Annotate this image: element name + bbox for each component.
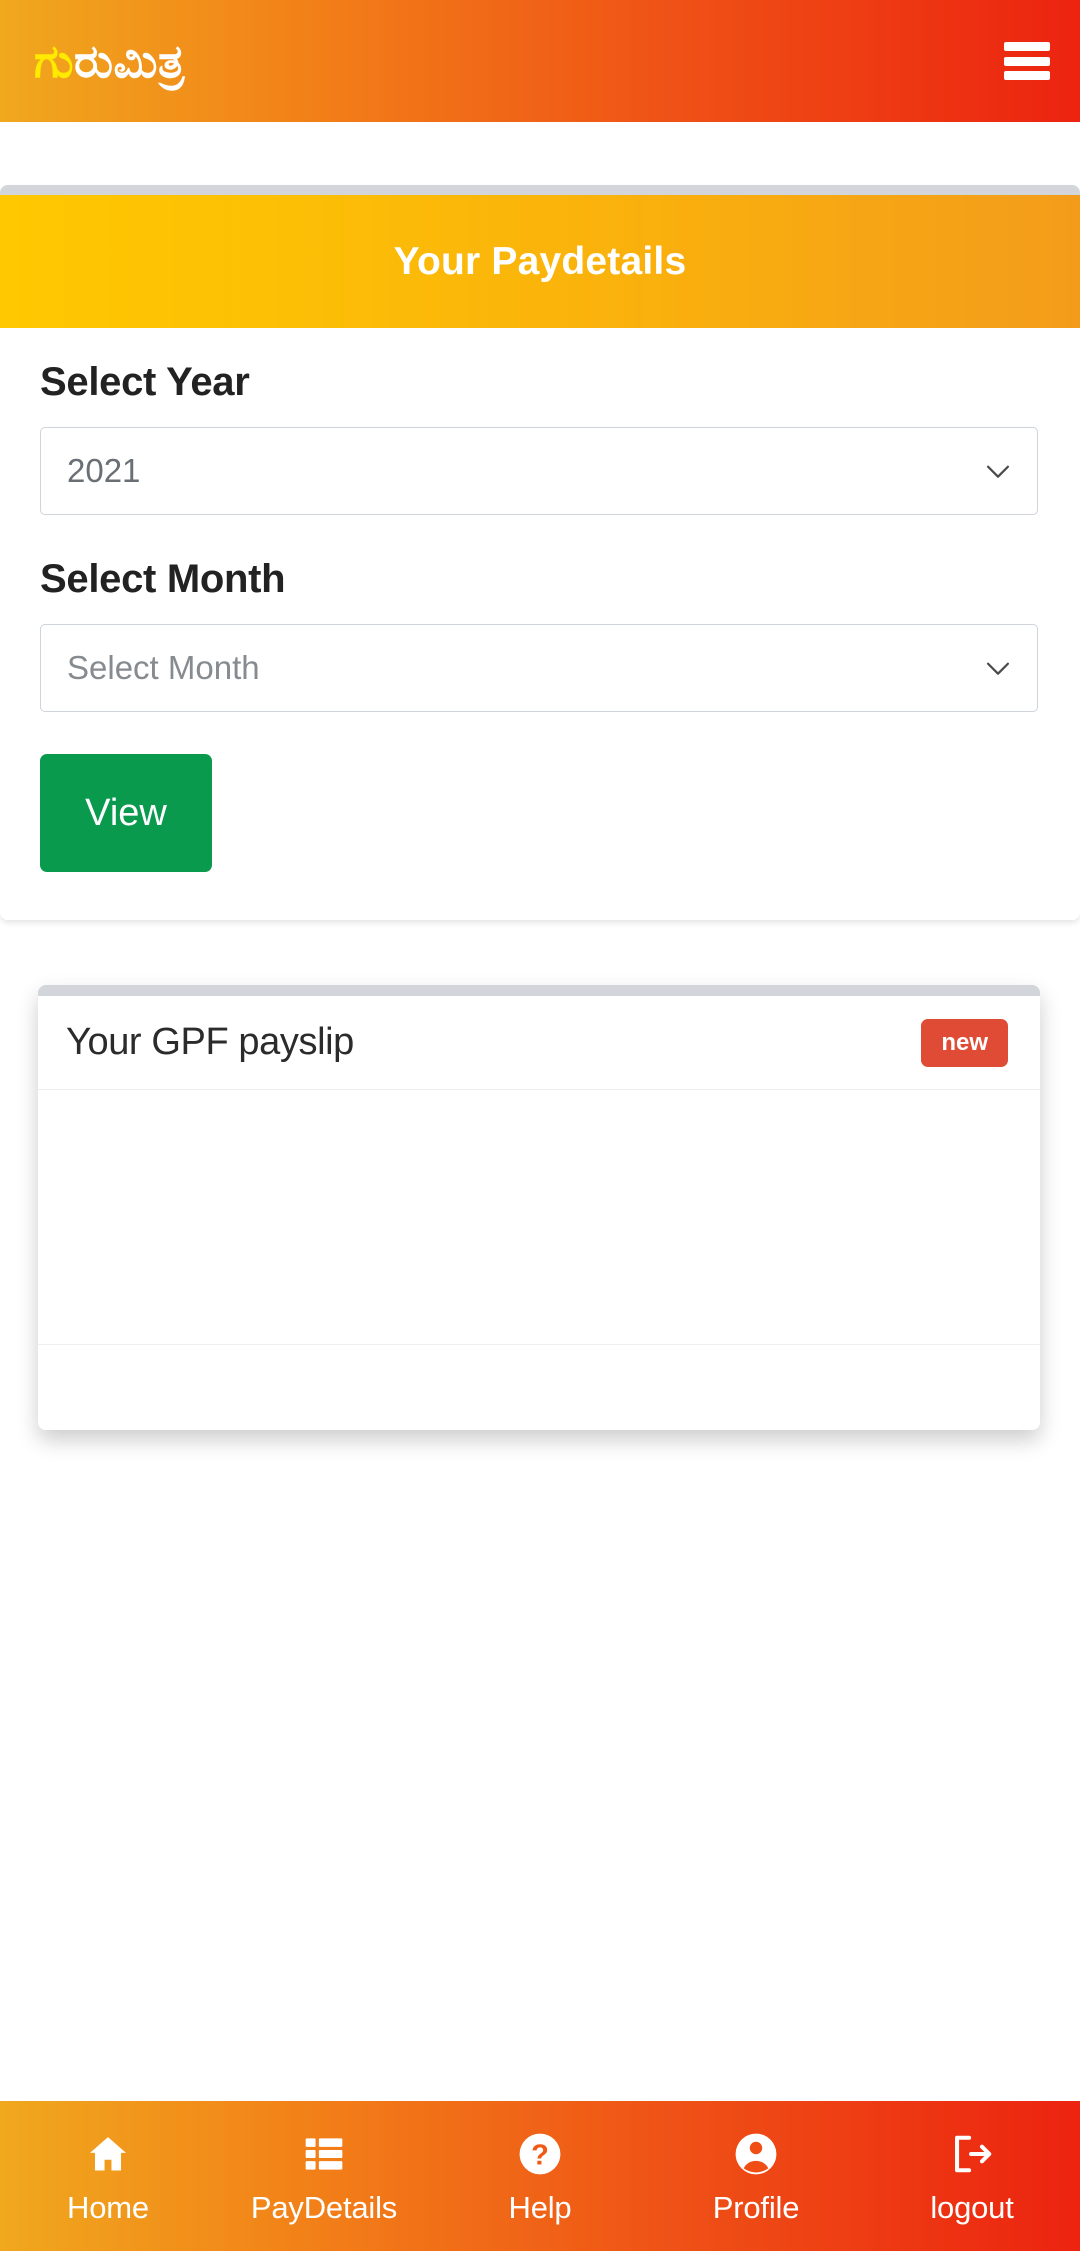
home-icon xyxy=(83,2129,133,2179)
nav-item-home[interactable]: Home xyxy=(0,2101,216,2251)
gpf-payslip-card: Your GPF payslip new xyxy=(38,985,1040,1430)
chevron-down-icon xyxy=(986,465,1010,478)
paydetails-card: Your Paydetails Select Year 2021 Select … xyxy=(0,185,1080,920)
select-year-value: 2021 xyxy=(67,452,141,489)
gpf-payslip-footer xyxy=(38,1345,1040,1430)
view-button[interactable]: View xyxy=(40,754,212,872)
person-circle-icon xyxy=(731,2129,781,2179)
nav-item-paydetails[interactable]: PayDetails xyxy=(216,2101,432,2251)
gpf-payslip-body xyxy=(38,1090,1040,1345)
nav-item-help[interactable]: ? Help xyxy=(432,2101,648,2251)
hamburger-bar xyxy=(1004,71,1050,80)
nav-label-paydetails: PayDetails xyxy=(250,2190,398,2225)
gpf-payslip-title: Your GPF payslip xyxy=(66,1021,354,1063)
hamburger-bar xyxy=(1004,42,1050,51)
paydetails-form: Select Year 2021 Select Month Select Mon… xyxy=(0,328,1080,920)
chevron-down-icon xyxy=(986,662,1010,675)
nav-label-home: Home xyxy=(67,2190,149,2225)
select-month-dropdown[interactable]: Select Month xyxy=(40,624,1038,712)
svg-text:?: ? xyxy=(531,2139,549,2171)
logo-accent-text: ಗು xyxy=(34,35,75,87)
hamburger-menu-icon[interactable] xyxy=(1004,42,1050,80)
app-header: ಗುರುಮಿತ್ರ xyxy=(0,0,1080,122)
nav-label-logout: logout xyxy=(930,2190,1014,2225)
nav-item-logout[interactable]: logout xyxy=(864,2101,1080,2251)
logout-arrow-icon xyxy=(947,2129,997,2179)
question-circle-icon: ? xyxy=(515,2129,565,2179)
app-logo: ಗುರುಮಿತ್ರ xyxy=(34,38,185,84)
list-table-icon xyxy=(299,2129,349,2179)
gpf-payslip-header: Your GPF payslip new xyxy=(38,996,1040,1090)
bottom-navigation: Home PayDetails ? Help Profile logout xyxy=(0,2101,1080,2251)
page-title: Your Paydetails xyxy=(393,239,687,283)
select-month-label: Select Month xyxy=(40,557,286,601)
select-month-value: Select Month xyxy=(67,649,260,686)
hamburger-bar xyxy=(1004,56,1050,66)
nav-label-profile: Profile xyxy=(712,2190,800,2225)
nav-label-help: Help xyxy=(508,2190,572,2225)
nav-item-profile[interactable]: Profile xyxy=(648,2101,864,2251)
app-root: ಗುರುಮಿತ್ರ Your Paydetails Select Year 20… xyxy=(0,0,1080,2251)
select-year-label: Select Year xyxy=(40,360,250,404)
paydetails-card-header: Your Paydetails xyxy=(0,195,1080,328)
logo-rest-text: ರುಮಿತ್ರ xyxy=(74,35,185,87)
new-badge[interactable]: new xyxy=(921,1018,1008,1067)
select-year-dropdown[interactable]: 2021 xyxy=(40,427,1038,515)
